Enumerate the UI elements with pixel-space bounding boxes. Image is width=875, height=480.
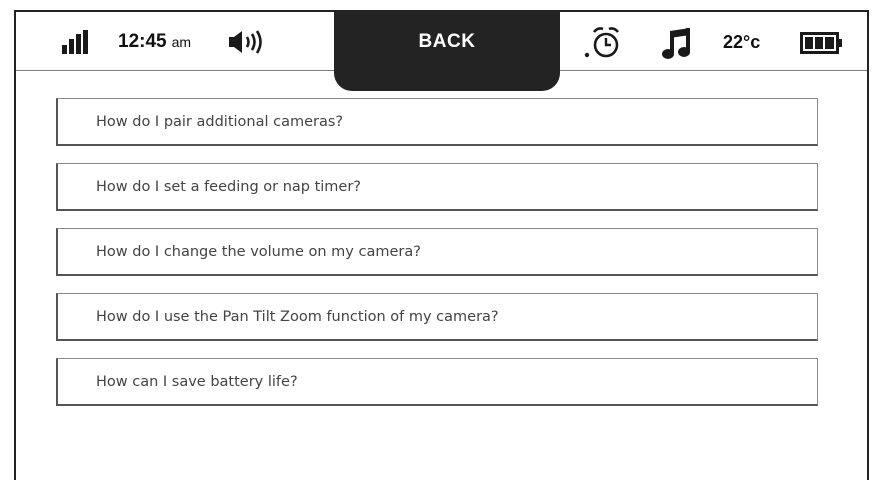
faq-list: How do I pair additional cameras? How do… — [56, 98, 818, 423]
music-note-icon[interactable] — [660, 27, 694, 61]
faq-item-pan-tilt-zoom[interactable]: How do I use the Pan Tilt Zoom function … — [56, 293, 818, 341]
faq-item-change-volume[interactable]: How do I change the volume on my camera? — [56, 228, 818, 276]
faq-item-feeding-timer[interactable]: How do I set a feeding or nap timer? — [56, 163, 818, 211]
faq-question: How do I change the volume on my camera? — [96, 243, 421, 260]
clock-time: 12:45 am — [118, 30, 191, 54]
signal-strength-icon — [62, 30, 88, 54]
battery-full-icon — [800, 32, 844, 54]
back-button-label: BACK — [418, 30, 476, 52]
speaker-volume-icon[interactable] — [228, 29, 266, 55]
status-bar: 12:45 am BACK 22°c — [16, 10, 867, 91]
time-value: 12:45 — [118, 31, 167, 52]
faq-item-save-battery[interactable]: How can I save battery life? — [56, 358, 818, 406]
time-ampm: am — [171, 34, 192, 50]
back-button[interactable]: BACK — [334, 10, 560, 91]
faq-question: How can I save battery life? — [96, 373, 298, 390]
faq-item-pair-cameras[interactable]: How do I pair additional cameras? — [56, 98, 818, 146]
faq-question: How do I set a feeding or nap timer? — [96, 178, 362, 195]
faq-question: How do I use the Pan Tilt Zoom function … — [96, 308, 499, 325]
temperature-value: 22°c — [723, 31, 761, 52]
faq-question: How do I pair additional cameras? — [96, 113, 344, 130]
alarm-clock-icon[interactable] — [584, 26, 624, 60]
temperature-readout: 22°c — [723, 30, 760, 54]
device-screen: 12:45 am BACK 22°c How do I pair additio… — [14, 10, 869, 480]
